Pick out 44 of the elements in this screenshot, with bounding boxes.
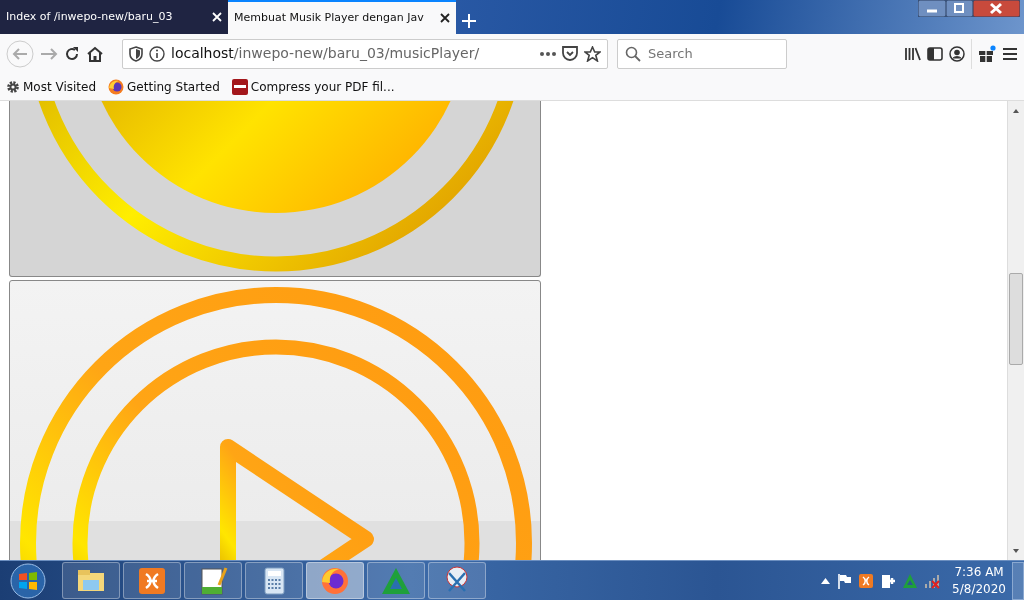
reload-icon[interactable]	[64, 45, 80, 62]
shield-icon	[129, 45, 143, 62]
restore-button[interactable]	[946, 0, 973, 17]
scrollbar[interactable]	[1007, 101, 1024, 560]
taskbar-button[interactable]	[428, 562, 486, 599]
search-icon	[625, 45, 641, 62]
taskbar-button[interactable]	[184, 562, 242, 599]
scrollbar-thumb[interactable]	[1009, 273, 1023, 365]
taskbar-button[interactable]	[306, 562, 364, 599]
flag-icon[interactable]	[836, 572, 853, 589]
taskbar-button[interactable]	[245, 562, 303, 599]
bookmark-link[interactable]: Most Visited	[6, 77, 97, 96]
gear-icon	[6, 79, 20, 94]
firefox-icon	[108, 78, 125, 95]
signal-icon[interactable]	[924, 572, 941, 589]
clock-date: 5/8/2020	[952, 580, 1006, 597]
power-plug-icon[interactable]	[880, 572, 897, 589]
gift-icon[interactable]	[978, 45, 996, 62]
library-icon[interactable]	[905, 46, 921, 61]
browser-tab[interactable]: Membuat Musik Player dengan Jav	[228, 0, 456, 34]
close-icon[interactable]	[440, 13, 450, 23]
plus-icon	[462, 14, 476, 28]
search-field[interactable]: Search	[617, 38, 787, 69]
bookmark-link[interactable]: Compress your PDF fil...	[231, 77, 395, 96]
taskbar-button[interactable]	[123, 562, 181, 599]
bookmark-link[interactable]: Getting Started	[108, 77, 220, 96]
more-icon[interactable]	[540, 51, 556, 56]
sidebar-icon[interactable]	[927, 46, 943, 61]
clock-time: 7:36 AM	[954, 564, 1004, 581]
close-button[interactable]	[973, 0, 1020, 17]
pocket-icon[interactable]	[562, 46, 578, 61]
home-icon[interactable]	[86, 45, 104, 62]
new-tab-button[interactable]	[462, 14, 476, 28]
url-text: localhost/inwepo-new/baru_03/musicPlayer/	[171, 44, 481, 63]
account-icon[interactable]	[949, 45, 965, 62]
minimize-button[interactable]	[918, 0, 946, 17]
info-icon[interactable]	[149, 45, 165, 62]
browser-tab[interactable]: Index of /inwepo-new/baru_03	[0, 0, 228, 34]
star-icon[interactable]	[584, 45, 601, 62]
chevron-up-icon[interactable]	[821, 577, 831, 584]
menu-icon[interactable]	[1002, 46, 1018, 61]
taskbar-button[interactable]	[62, 562, 120, 599]
clock[interactable]: 7:36 AM 5/8/2020	[952, 564, 1006, 597]
address-bar[interactable]: localhost/inwepo-new/baru_03/musicPlayer/	[122, 38, 608, 69]
